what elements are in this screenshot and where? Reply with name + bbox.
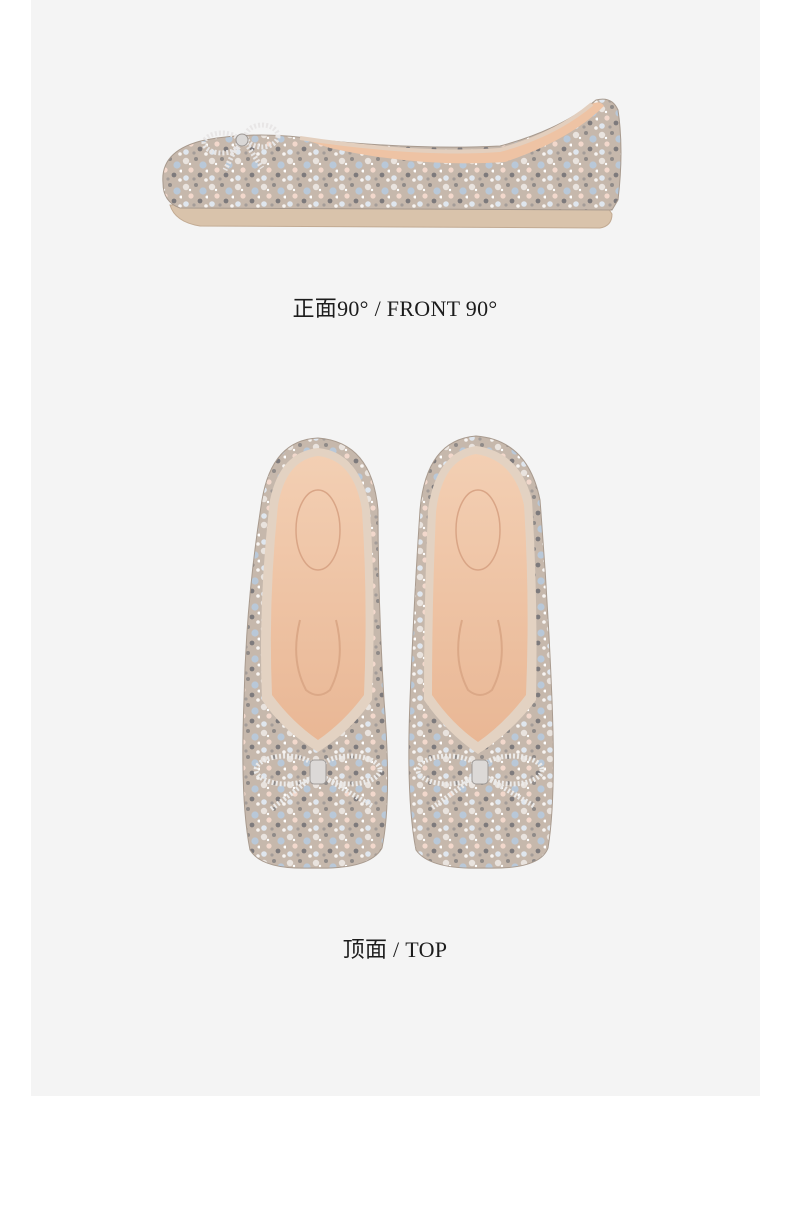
top-view-caption: 顶面 / TOP xyxy=(342,937,448,962)
shoe-side-view xyxy=(162,98,622,229)
shoe-top-view-left xyxy=(242,437,389,869)
product-photos xyxy=(162,98,622,869)
front-view-caption: 正面90° / FRONT 90° xyxy=(292,296,498,321)
shoe-top-view-right xyxy=(408,435,554,869)
